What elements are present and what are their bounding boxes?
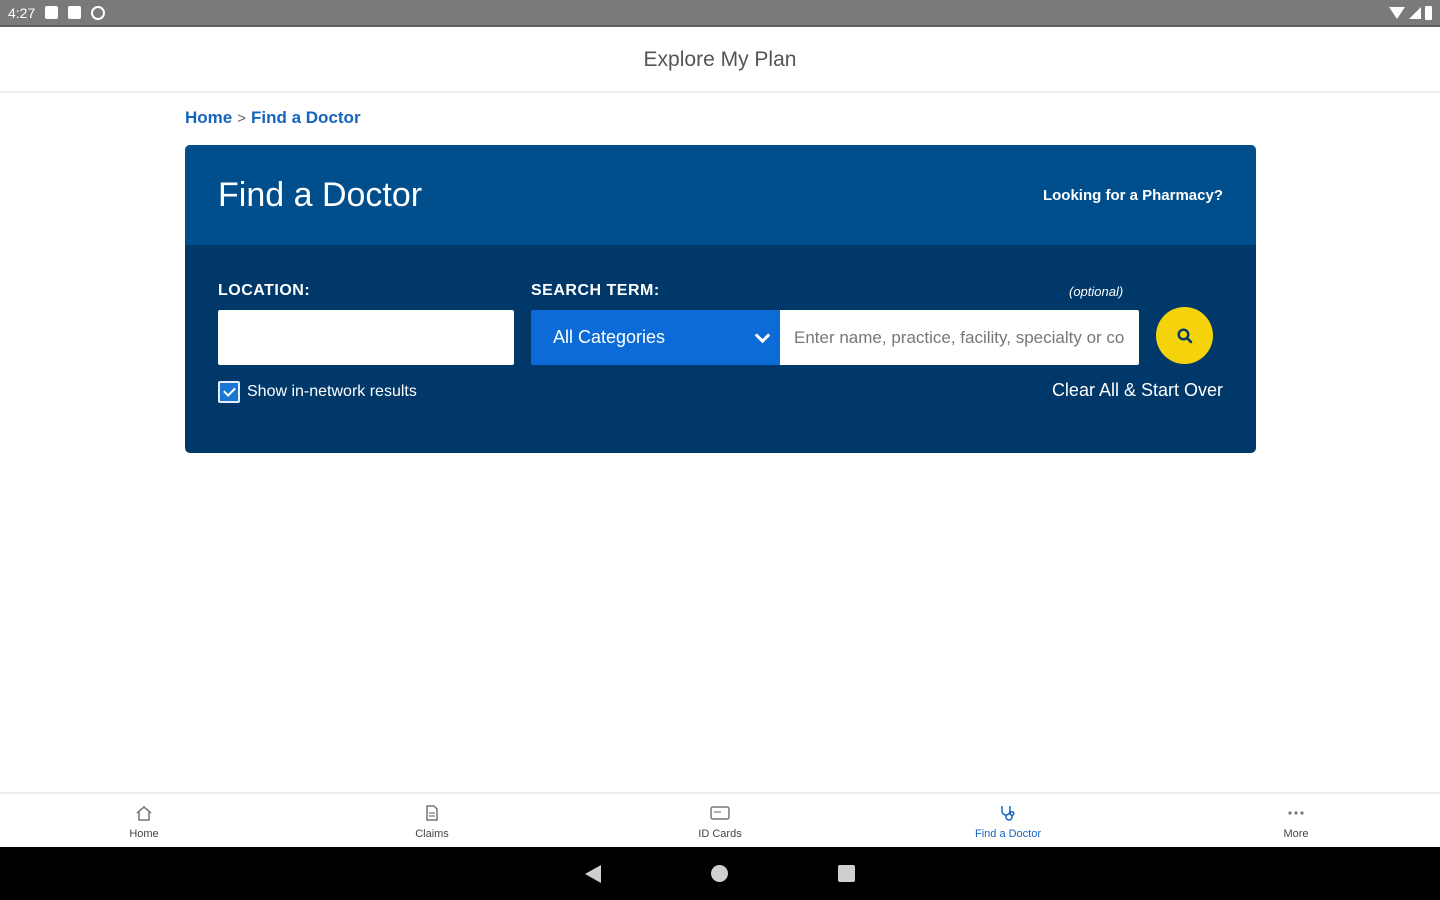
bottom-nav: Home Claims ID Cards Find a Doctor More	[0, 792, 1440, 849]
breadcrumb: Home > Find a Doctor	[185, 106, 361, 130]
app-title: Explore My Plan	[643, 48, 797, 71]
card-title: Find a Doctor	[218, 175, 423, 214]
location-label: LOCATION:	[218, 282, 311, 299]
nav-label-id-cards: ID Cards	[698, 827, 742, 840]
optional-label: (optional)	[1069, 284, 1124, 299]
id-card-icon	[710, 805, 730, 820]
in-network-checkbox[interactable]	[218, 381, 240, 403]
nav-item-id-cards[interactable]: ID Cards	[576, 794, 864, 849]
sd-card-icon	[68, 6, 82, 19]
card-header: Find a Doctor Looking for a Pharmacy?	[185, 145, 1256, 245]
status-bar: 4:27	[0, 0, 1440, 27]
back-icon[interactable]	[585, 864, 601, 883]
breadcrumb-separator: >	[237, 109, 246, 127]
app-bar: Explore My Plan	[0, 29, 1440, 93]
system-nav-bar	[0, 847, 1440, 900]
search-icon	[1176, 327, 1192, 343]
pharmacy-link[interactable]: Looking for a Pharmacy?	[1043, 187, 1223, 204]
search-term-label: SEARCH TERM:	[531, 282, 660, 299]
nav-item-home[interactable]: Home	[0, 794, 288, 849]
nav-item-more[interactable]: More	[1152, 794, 1440, 849]
nav-label-home: Home	[129, 827, 159, 840]
search-input[interactable]	[780, 310, 1139, 365]
wifi-icon	[1389, 6, 1405, 19]
chevron-down-icon	[754, 327, 771, 343]
nav-label-claims: Claims	[415, 827, 449, 840]
category-select-value: All Categories	[553, 327, 666, 347]
notification-icon	[45, 6, 59, 19]
status-left: 4:27	[8, 4, 106, 21]
stethoscope-icon	[1001, 805, 1015, 821]
find-doctor-card: Find a Doctor Looking for a Pharmacy? LO…	[185, 145, 1256, 453]
category-select[interactable]: All Categories	[531, 310, 780, 365]
breadcrumb-home[interactable]: Home	[185, 108, 232, 128]
search-button[interactable]	[1156, 307, 1213, 364]
recents-icon[interactable]	[838, 865, 855, 882]
more-icon	[1288, 810, 1304, 815]
sync-icon	[91, 5, 106, 20]
in-network-label[interactable]: Show in-network results	[247, 383, 417, 401]
nav-label-more: More	[1283, 827, 1309, 840]
claims-icon	[426, 804, 438, 821]
signal-icon	[1409, 6, 1421, 19]
home-icon	[136, 805, 152, 821]
clear-all-link[interactable]: Clear All & Start Over	[1052, 380, 1223, 401]
check-icon	[222, 384, 236, 397]
location-input[interactable]	[218, 310, 514, 365]
breadcrumb-find-a-doctor[interactable]: Find a Doctor	[251, 108, 361, 128]
nav-label-find-a-doctor: Find a Doctor	[974, 827, 1042, 840]
status-right	[1389, 5, 1432, 20]
status-time: 4:27	[8, 4, 36, 21]
battery-icon	[1425, 5, 1432, 20]
nav-item-claims[interactable]: Claims	[288, 794, 576, 849]
system-home-icon[interactable]	[711, 865, 728, 882]
nav-item-find-a-doctor[interactable]: Find a Doctor	[864, 794, 1152, 849]
